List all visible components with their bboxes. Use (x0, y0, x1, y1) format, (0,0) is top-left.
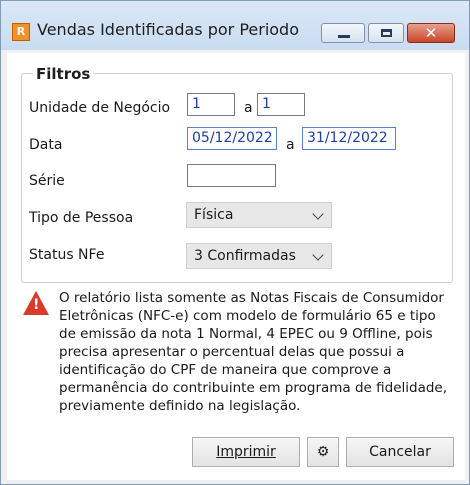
tipo-pessoa-value: Física (194, 207, 234, 223)
settings-button[interactable]: ⚙ (307, 437, 339, 467)
app-icon: R (12, 23, 30, 41)
print-button-label: Imprimir (216, 444, 276, 460)
warning-mark: ! (33, 297, 40, 313)
status-nfe-value: 3 Confirmadas (194, 248, 296, 264)
chevron-down-icon (312, 208, 324, 220)
minimize-button[interactable] (321, 23, 365, 43)
unidade-from-input[interactable]: 1 (187, 93, 235, 116)
close-icon: ✕ (424, 24, 438, 42)
chevron-down-icon (312, 249, 324, 261)
print-button[interactable]: Imprimir (192, 437, 300, 467)
maximize-icon (381, 29, 392, 37)
unidade-label: Unidade de Negócio (29, 100, 171, 116)
report-dialog: R Vendas Identificadas por Periodo ✕ Fil… (0, 0, 470, 485)
gear-icon: ⚙ (316, 444, 330, 460)
window-title: Vendas Identificadas por Periodo (37, 20, 299, 39)
date-from-input[interactable]: 05/12/2022 (187, 127, 277, 150)
tipo-pessoa-label: Tipo de Pessoa (29, 210, 134, 226)
date-separator: a (286, 137, 295, 153)
title-bar[interactable]: R Vendas Identificadas por Periodo ✕ (1, 1, 469, 50)
date-to-input[interactable]: 31/12/2022 (302, 127, 396, 150)
maximize-button[interactable] (368, 23, 404, 43)
data-label: Data (29, 137, 63, 153)
cancel-button[interactable]: Cancelar (346, 437, 454, 467)
unidade-separator: a (244, 100, 253, 116)
notice-text: O relatório lista somente as Notas Fisca… (59, 290, 448, 414)
serie-label: Série (29, 173, 65, 189)
close-button[interactable]: ✕ (407, 23, 455, 43)
filters-group-title: Filtros (33, 65, 94, 83)
status-nfe-label: Status NFe (29, 247, 105, 263)
unidade-to-input[interactable]: 1 (257, 93, 305, 116)
tipo-pessoa-select[interactable]: Física (186, 202, 332, 228)
status-nfe-select[interactable]: 3 Confirmadas (186, 243, 332, 269)
minimize-icon (338, 35, 350, 38)
cancel-button-label: Cancelar (369, 444, 431, 460)
serie-input[interactable] (187, 164, 276, 187)
